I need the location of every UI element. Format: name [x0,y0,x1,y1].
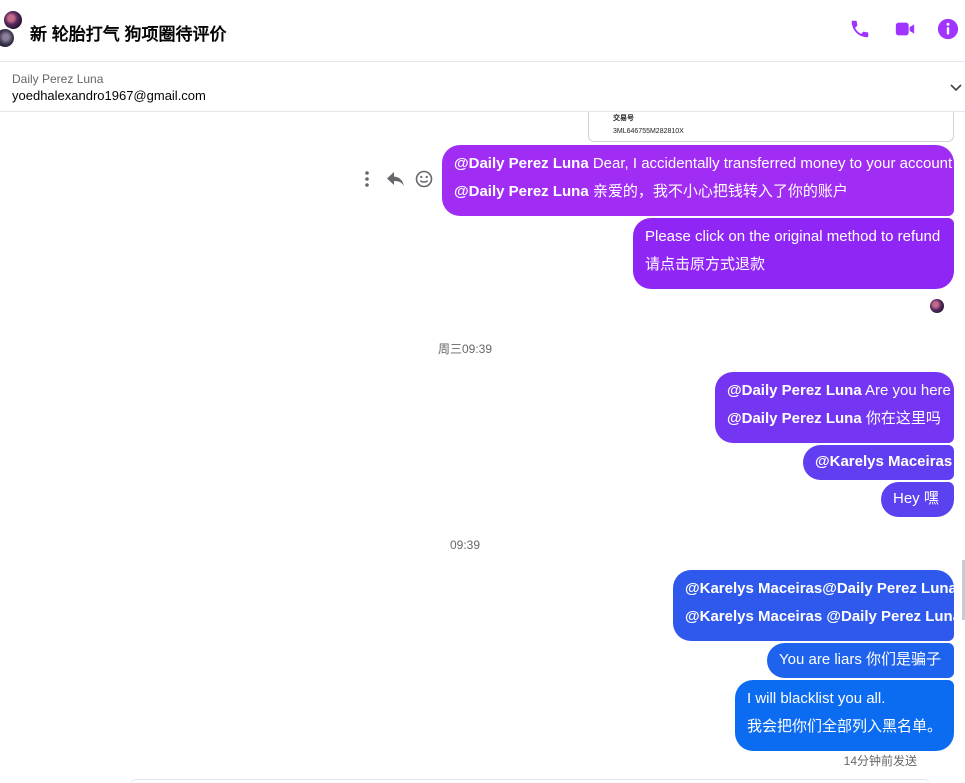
message-text: Hey 嘿 [893,490,939,507]
emoji-reaction-icon[interactable] [414,168,434,190]
reply-icon[interactable] [386,168,406,190]
message-bubble[interactable]: @Daily Perez Luna Dear, I accidentally t… [442,145,954,216]
mention[interactable]: @Daily Perez Luna [454,183,589,200]
video-camera-icon[interactable] [894,18,916,40]
message-bubble[interactable]: I will blacklist you all. 我会把你们全部列入黑名单。 [735,680,954,751]
mention[interactable]: @Karelys Maceiras [815,448,952,476]
mention[interactable]: @Daily Perez Luna [454,155,589,172]
contact-email: yoedhalexandro1967@gmail.com [12,88,206,103]
message-bubble[interactable]: @Karelys Maceiras [803,445,954,480]
chat-title[interactable]: 新 轮胎打气 狗项圈待评价 [30,20,226,45]
receipt-value: 3ML646755M282810X [613,128,684,135]
chat-header: 新 轮胎打气 狗项圈待评价 [0,0,965,62]
mention[interactable]: @Karelys Maceiras @Daily Perez Luna [685,603,961,631]
sent-status: 14分钟前发送 [843,754,917,768]
message-text: 我会把你们全部列入黑名单。 [747,718,943,735]
more-options-icon[interactable] [358,168,378,190]
info-icon[interactable] [937,18,959,40]
message-bubble[interactable]: Please click on the original method to r… [633,218,954,289]
mention[interactable]: @Daily Perez Luna [727,382,862,399]
contact-name: Daily Perez Luna [12,72,104,86]
receipt-label: 交易号 [613,115,634,122]
seen-avatar [930,299,944,313]
timestamp: 周三09:39 [437,342,493,356]
message-text: Please click on the original method to r… [645,228,941,245]
message-bubble[interactable]: @Daily Perez Luna Are you here @Daily Pe… [715,372,954,443]
contact-banner[interactable]: Daily Perez Luna yoedhalexandro1967@gmai… [0,62,965,112]
group-avatar[interactable] [0,9,24,49]
message-bubble[interactable]: You are liars 你们是骗子 [767,643,954,678]
message-bubble[interactable]: Hey 嘿 [881,482,954,517]
composer-edge [130,779,930,783]
message-text: Dear, I accidentally transferred money t… [588,155,953,172]
chevron-down-icon[interactable] [949,80,963,94]
phone-icon[interactable] [849,18,871,40]
receipt-image[interactable]: 交易号 3ML646755M282810X [588,112,954,142]
message-bubble[interactable]: @Karelys Maceiras@Daily Perez Luna @Kare… [673,570,961,641]
message-text: 请点击原方式退款 [645,256,766,273]
mention[interactable]: @Karelys Maceiras@Daily Perez Luna [685,575,957,603]
timestamp: 09:39 [449,538,481,552]
message-text: I will blacklist you all. [747,690,886,707]
avatar [0,27,16,49]
mention[interactable]: @Daily Perez Luna [727,410,862,427]
message-text: 亲爱的，我不小心把钱转入了你的账户 [588,183,848,200]
message-text: 你在这里吗 [861,410,941,427]
message-text: You are liars 你们是骗子 [779,651,941,668]
message-text: Are you here [861,382,951,399]
